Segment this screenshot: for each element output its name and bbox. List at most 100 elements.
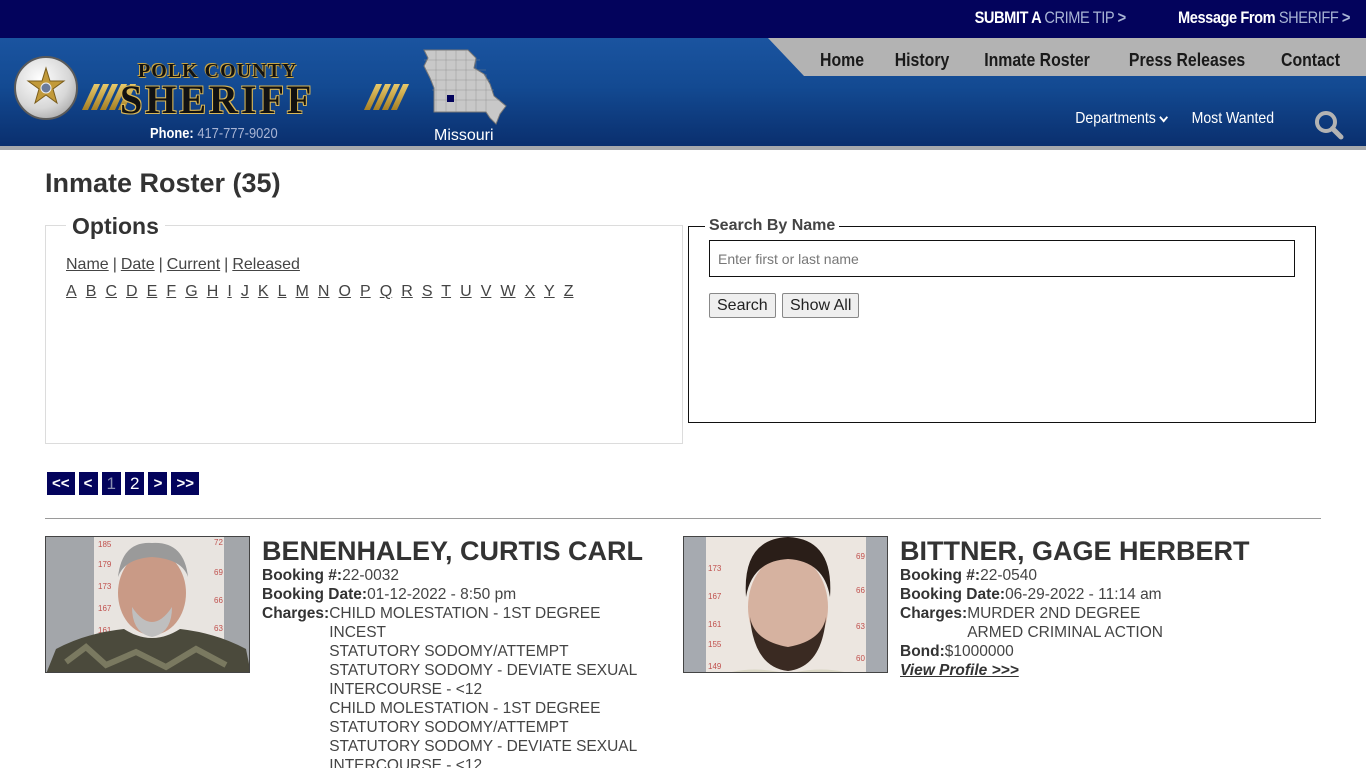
letter-link[interactable]: V [481,283,492,300]
letter-link[interactable]: D [126,283,138,300]
filter-current-link[interactable]: Current [167,256,220,273]
filter-released-link[interactable]: Released [232,256,300,273]
sort-by-date-link[interactable]: Date [121,256,155,273]
pagination: << < 1 2 > >> [47,472,199,495]
page-1-button[interactable]: 1 [101,472,121,495]
name-search-input[interactable] [709,240,1295,277]
letter-link[interactable]: P [360,283,371,300]
svg-text:173: 173 [98,582,112,591]
next-page-button[interactable]: > [148,472,168,495]
bond-value: $1000000 [944,643,1014,660]
missouri-map-icon [423,49,507,125]
letter-link[interactable]: H [207,283,219,300]
search-button[interactable]: Search [709,293,776,318]
submit-crime-tip-link[interactable]: SUBMIT A CRIME TIP > [974,8,1127,28]
sort-links: Name | Date | Current | Released [66,256,300,274]
message-from-sheriff-link[interactable]: Message From SHERIFF > [1178,8,1350,28]
search-icon[interactable] [1314,110,1344,140]
nav-most-wanted[interactable]: Most Wanted [1192,110,1274,128]
sort-by-name-link[interactable]: Name [66,256,109,273]
nav-departments-dropdown[interactable]: Departments [1075,110,1168,128]
nav-home[interactable]: Home [809,50,874,71]
letter-link[interactable]: S [422,283,433,300]
inmate-mugshot[interactable]: 173 167 161 155 149 69 66 63 60 [683,536,888,673]
letter-link[interactable]: Y [544,283,555,300]
svg-text:155: 155 [708,640,722,649]
inmate-name: BENENHALEY, CURTIS CARL [262,536,644,566]
letter-link[interactable]: Z [564,283,574,300]
svg-text:69: 69 [214,568,223,577]
chevron-right-icon: > [1117,8,1127,27]
letter-link[interactable]: R [401,283,413,300]
phone-label: Phone: [150,125,194,142]
charge-item: CHILD MOLESTATION - 1ST DEGREE [329,700,601,717]
nav-press-releases[interactable]: Press Releases [1118,50,1255,71]
charges: Charges: MURDER 2ND DEGREE ARMED CRIMINA… [900,604,1320,642]
options-panel: Options Name | Date | Current | Released A B C… [45,213,683,444]
booking-number: Booking #:22-0540 [900,566,1320,585]
nav-history[interactable]: History [884,50,960,71]
sheriff-badge-logo[interactable] [14,56,78,120]
letter-link[interactable]: A [66,283,77,300]
alphabet-filter: A B C D E F G H I J K L M N O P Q R S T … [66,283,578,301]
letter-link[interactable]: B [86,283,97,300]
bond-label: Bond: [900,643,945,660]
letter-link[interactable]: J [241,283,249,300]
options-legend: Options [66,213,165,240]
nav-contact[interactable]: Contact [1270,50,1350,71]
view-profile-link[interactable]: View Profile >>> [900,661,1320,680]
top-bar: SUBMIT A CRIME TIP > Message From SHERIFF… [0,0,1366,38]
letter-link[interactable]: X [525,283,536,300]
separator: | [158,256,163,273]
inmate-name: BITTNER, GAGE HERBERT [900,536,1250,566]
inmate-info: BENENHALEY, CURTIS CARL Booking #:22-003… [262,536,662,768]
letter-link[interactable]: L [278,283,287,300]
booking-number-value: 22-0032 [342,567,399,584]
prev-page-button[interactable]: < [78,472,98,495]
inmate-mugshot[interactable]: 185179173167161 7269666360 [45,536,250,673]
charge-item: MURDER 2ND DEGREE [967,605,1141,622]
svg-text:63: 63 [214,624,223,633]
letter-link[interactable]: N [318,283,330,300]
letter-link[interactable]: E [147,283,158,300]
search-by-name-panel: Search By Name Search Show All [688,217,1316,423]
letter-link[interactable]: G [185,283,197,300]
letter-link[interactable]: T [441,283,451,300]
page-2-button[interactable]: 2 [125,472,145,495]
last-page-button[interactable]: >> [171,472,199,495]
separator: | [112,256,117,273]
letter-link[interactable]: O [339,283,351,300]
separator: | [224,256,229,273]
booking-number-label: Booking #: [900,567,981,584]
nav-inmate-roster[interactable]: Inmate Roster [973,50,1100,71]
letter-link[interactable]: I [227,283,231,300]
letter-link[interactable]: C [105,283,117,300]
main-nav: Home History Inmate Roster Press Release… [805,50,1356,71]
charges-label: Charges: [262,605,330,622]
booking-date: Booking Date:01-12-2022 - 8:50 pm [262,585,662,604]
charges: Charges: CHILD MOLESTATION - 1ST DEGREE … [262,604,662,768]
svg-text:173: 173 [708,564,722,573]
letter-link[interactable]: M [296,283,309,300]
chevron-down-icon [1158,112,1168,122]
charge-item: CHILD MOLESTATION - 1ST DEGREE [329,605,601,622]
booking-number: Booking #:22-0032 [262,566,662,585]
letter-link[interactable]: U [460,283,472,300]
first-page-button[interactable]: << [47,472,75,495]
secondary-nav: Departments Most Wanted [1069,110,1280,128]
letter-link[interactable]: K [258,283,269,300]
svg-text:66: 66 [214,596,223,605]
crime-tip-light: CRIME TIP [1044,8,1115,27]
svg-text:60: 60 [856,654,865,663]
charge-item: ARMED CRIMINAL ACTION [967,624,1163,641]
letter-link[interactable]: Q [380,283,392,300]
bond: Bond:$1000000 [900,642,1320,661]
crime-tip-bold: SUBMIT A [974,8,1042,27]
booking-number-label: Booking #: [262,567,343,584]
state-label: Missouri [434,127,494,144]
header-divider [0,146,1366,150]
letter-link[interactable]: W [500,283,515,300]
show-all-button[interactable]: Show All [782,293,860,318]
logo-sheriff-text: SHERIFF [120,77,315,122]
letter-link[interactable]: F [166,283,176,300]
